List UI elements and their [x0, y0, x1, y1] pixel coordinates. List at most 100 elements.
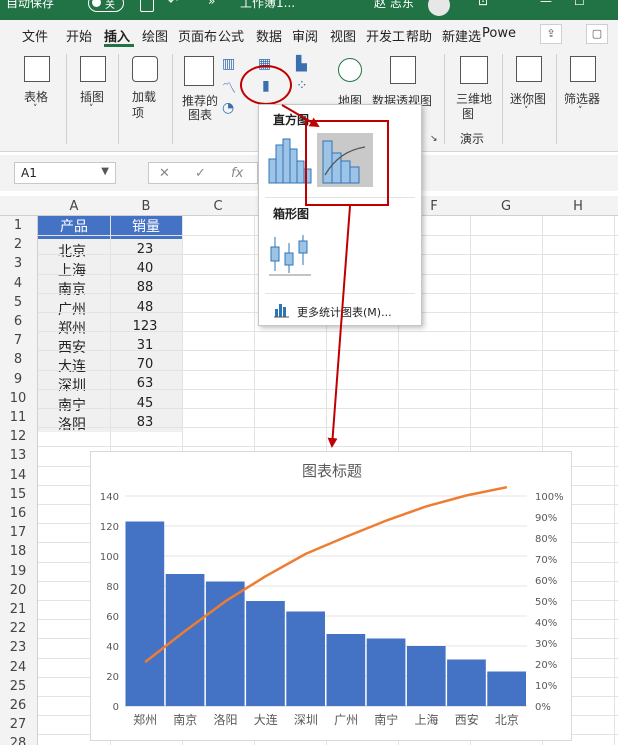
row-header[interactable]: 19 — [0, 564, 36, 579]
row-header[interactable]: 16 — [0, 506, 36, 521]
filters-icon[interactable] — [570, 56, 596, 82]
tab-draw[interactable]: 绘图 — [142, 26, 168, 45]
row-header[interactable]: 25 — [0, 679, 36, 694]
row-header[interactable]: 13 — [0, 448, 36, 463]
chart-bar[interactable] — [246, 601, 285, 706]
3d-map-label-2: 图 — [462, 107, 475, 121]
column-header[interactable]: A — [38, 199, 110, 214]
tab-page-layout[interactable]: 页面布 — [178, 26, 217, 45]
insert-function-icon[interactable]: fx — [231, 166, 243, 181]
line-chart-icon[interactable]: 〽 — [222, 78, 236, 98]
chart-bar[interactable] — [447, 659, 486, 707]
name-box[interactable]: A1 ▼ — [14, 162, 116, 184]
comments-icon[interactable]: ▢ — [586, 24, 608, 44]
row-header[interactable]: 15 — [0, 487, 36, 502]
row-header[interactable]: 3 — [0, 256, 36, 271]
dialog-launcher-icon[interactable]: ↘ — [430, 134, 438, 144]
tab-new-group[interactable]: 新建选 — [442, 26, 481, 45]
column-header[interactable]: G — [470, 199, 542, 214]
row-header[interactable]: 17 — [0, 525, 36, 540]
undo-icon[interactable]: ↶ ˅ — [168, 0, 188, 8]
3d-map-icon[interactable] — [460, 56, 488, 84]
enter-icon[interactable]: ✓ — [195, 166, 206, 181]
chart-bar[interactable] — [487, 671, 526, 707]
illustrations-icon[interactable] — [80, 56, 106, 82]
row-header[interactable]: 4 — [0, 276, 36, 291]
more-commands-icon[interactable]: » — [208, 0, 215, 8]
row-header[interactable]: 2 — [0, 237, 36, 252]
cell-product[interactable]: 郑州 — [58, 318, 86, 338]
row-header[interactable]: 11 — [0, 410, 36, 425]
tab-review[interactable]: 审阅 — [292, 26, 318, 45]
recommended-charts-icon[interactable] — [184, 56, 214, 86]
row-header[interactable]: 14 — [0, 468, 36, 483]
cell-product[interactable]: 北京 — [58, 241, 86, 261]
cell-product[interactable]: 南宁 — [58, 395, 86, 415]
row-header[interactable]: 9 — [0, 372, 36, 387]
row-header[interactable]: 6 — [0, 314, 36, 329]
cell-product[interactable]: 洛阳 — [58, 414, 86, 434]
chart-bar[interactable] — [125, 521, 165, 707]
tab-data[interactable]: 数据 — [256, 26, 282, 45]
scatter-chart-icon[interactable]: ⁘ — [296, 78, 308, 94]
tab-file[interactable]: 文件 — [22, 26, 48, 45]
table-icon[interactable] — [24, 56, 50, 82]
pivotchart-icon[interactable] — [390, 56, 416, 84]
save-icon[interactable] — [140, 0, 154, 12]
waterfall-chart-icon[interactable]: ▙ — [296, 56, 307, 72]
more-statistic-charts-item[interactable]: 更多统计图表(M)... — [297, 304, 392, 320]
column-chart-icon[interactable]: ▥ — [222, 56, 235, 72]
row-header[interactable]: 27 — [0, 717, 36, 732]
cell-product[interactable]: 南京 — [58, 279, 86, 299]
share-icon[interactable]: ⇪ — [540, 24, 562, 44]
sparklines-icon[interactable] — [516, 56, 542, 82]
tab-view[interactable]: 视图 — [330, 26, 356, 45]
cell-product[interactable]: 西安 — [58, 337, 86, 357]
box-whisker-chart-icon[interactable] — [265, 229, 313, 279]
workbook-name[interactable]: 工作簿1... — [240, 0, 295, 11]
restore-icon[interactable]: ☐ — [574, 0, 585, 8]
column-header[interactable]: H — [542, 199, 614, 214]
cell-product[interactable]: 深圳 — [58, 375, 86, 395]
cell-product[interactable]: 大连 — [58, 356, 86, 376]
row-header[interactable]: 7 — [0, 333, 36, 348]
pie-chart-icon[interactable]: ◔ — [222, 100, 234, 116]
chart-bar[interactable] — [326, 634, 366, 706]
row-header[interactable]: 21 — [0, 602, 36, 617]
map-icon[interactable] — [338, 58, 362, 82]
row-header[interactable]: 28 — [0, 736, 36, 745]
chevron-down-icon[interactable]: ▼ — [101, 166, 109, 177]
row-header[interactable]: 12 — [0, 429, 36, 444]
cell-product[interactable]: 广州 — [58, 299, 86, 319]
tab-help[interactable]: 帮助 — [406, 26, 432, 45]
autosave-toggle[interactable]: 关 — [88, 0, 124, 12]
row-header[interactable]: 24 — [0, 660, 36, 675]
chart-bar[interactable] — [286, 611, 325, 707]
avatar[interactable] — [428, 0, 450, 16]
column-header[interactable]: B — [110, 199, 182, 214]
tab-developer[interactable]: 开发工 — [366, 26, 405, 45]
row-header[interactable]: 22 — [0, 621, 36, 636]
minimize-icon[interactable]: — — [540, 0, 552, 8]
tab-power[interactable]: Powe — [482, 26, 516, 41]
row-header[interactable]: 1 — [0, 218, 36, 233]
row-header[interactable]: 18 — [0, 544, 36, 559]
row-header[interactable]: 26 — [0, 698, 36, 713]
cancel-icon[interactable]: ✕ — [159, 166, 170, 181]
column-header[interactable]: C — [182, 199, 254, 214]
addins-icon[interactable] — [132, 56, 158, 82]
pareto-chart[interactable]: 图表标题 0 20 40 60 80 100 120 140 0% 10% 20% 30% 40% 50… — [90, 451, 572, 741]
tab-insert[interactable]: 插入 — [104, 26, 130, 45]
chart-title[interactable]: 图表标题 — [302, 462, 362, 480]
row-header[interactable]: 5 — [0, 295, 36, 310]
row-header[interactable]: 10 — [0, 391, 36, 406]
row-header[interactable]: 8 — [0, 352, 36, 367]
row-header[interactable]: 20 — [0, 583, 36, 598]
chart-bar[interactable] — [366, 638, 406, 707]
tab-home[interactable]: 开始 — [66, 26, 92, 45]
chart-bar[interactable] — [406, 646, 446, 706]
cell-product[interactable]: 上海 — [58, 260, 86, 280]
tab-formulas[interactable]: 公式 — [218, 26, 244, 45]
ribbon-display-icon[interactable]: ⊡ — [478, 0, 488, 8]
row-header[interactable]: 23 — [0, 640, 36, 655]
